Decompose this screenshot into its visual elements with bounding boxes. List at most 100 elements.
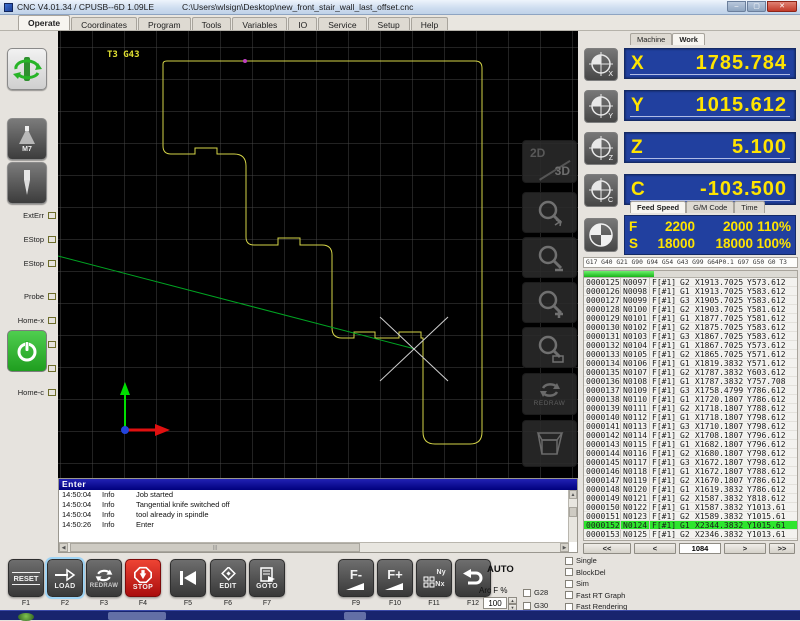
start-power-button[interactable] [7,330,47,372]
arc-feed-spinner[interactable]: ▲ ▼ [508,597,517,609]
axis-zero-button[interactable]: Z [584,132,618,165]
windows-taskbar[interactable] [0,610,800,620]
scroll-right-arrow-icon[interactable]: ▶ [560,543,569,552]
feed-tab[interactable]: Feed Speed [630,201,686,213]
log-horizontal-scrollbar[interactable]: ◀ ||| ▶ [59,542,569,552]
stop-button[interactable]: STOP [125,559,161,597]
maximize-button[interactable]: ▢ [747,1,766,12]
pager-prev-button[interactable]: < [634,543,676,554]
gcode-row[interactable]: 0000136 N0108 F[#1] G1 X1787.3832 Y757.7… [584,377,797,386]
main-tab[interactable]: Coordinates [71,17,137,30]
coordinate-tab[interactable]: Machine [630,33,672,45]
redraw-button[interactable]: REDRAW [86,559,122,597]
zoom-fit-button[interactable] [522,192,577,233]
rewind-button[interactable] [170,559,206,597]
gcode-row[interactable]: 0000151 N0123 F[#1] G2 X1589.3832 Y1015.… [584,512,797,521]
gcode-row[interactable]: 0000128 N0100 F[#1] G2 X1903.7025 Y581.6… [584,305,797,314]
main-tab[interactable]: IO [288,17,317,30]
view-2d-3d-toggle-button[interactable]: 2D 3D [522,140,577,183]
coolant-m7-button[interactable]: M7 [7,118,47,160]
gcode-row[interactable]: 0000130 N0102 F[#1] G2 X1875.7025 Y583.6… [584,323,797,332]
zoom-out-button[interactable] [522,237,577,278]
gcode-row[interactable]: 0000153 N0125 F[#1] G2 X2346.3832 Y1013.… [584,530,797,539]
gcode-row[interactable]: 0000147 N0119 F[#1] G2 X1670.1807 Y786.6… [584,476,797,485]
taskbar-item[interactable] [108,612,166,620]
gcode-row[interactable]: 0000132 N0104 F[#1] G1 X1867.7025 Y573.6… [584,341,797,350]
gcode-row[interactable]: 0000142 N0114 F[#1] G2 X1708.1807 Y796.6… [584,431,797,440]
arc-feed-value[interactable]: 100 [483,597,507,609]
checkbox-icon[interactable] [565,557,573,565]
pager-page-box[interactable]: 1084 [679,543,721,554]
main-tab[interactable]: Service [318,17,366,30]
gcode-row[interactable]: 0000134 N0106 F[#1] G1 X1819.3832 Y571.6… [584,359,797,368]
axis-zero-button[interactable]: C [584,174,618,207]
g-checkbox-row[interactable]: G30 [523,601,548,610]
feed-tab[interactable]: Time [734,201,764,213]
main-tab[interactable]: Operate [18,15,70,30]
scroll-up-arrow-icon[interactable]: ▲ [569,490,577,499]
feed-increase-button[interactable]: F+ [377,559,413,597]
view-3d-box-button[interactable] [522,420,577,467]
checkbox-icon[interactable] [565,580,573,588]
spinner-up-icon[interactable]: ▲ [508,597,517,604]
gcode-row[interactable]: 0000145 N0117 F[#1] G3 X1672.1807 Y798.6… [584,458,797,467]
canvas-redraw-button[interactable]: REDRAW [522,373,577,415]
gcode-row[interactable]: 0000146 N0118 F[#1] G1 X1672.1807 Y788.6… [584,467,797,476]
gcode-row[interactable]: 0000126 N0098 F[#1] G1 X1913.7025 Y583.6… [584,287,797,296]
option-checkbox-row[interactable]: Single [565,556,627,565]
gcode-row[interactable]: 0000149 N0121 F[#1] G2 X1587.3832 Y818.6… [584,494,797,503]
gcode-row[interactable]: 0000140 N0112 F[#1] G1 X1718.1807 Y798.6… [584,413,797,422]
gcode-row[interactable]: 0000125 N0097 F[#1] G2 X1913.7025 Y573.6… [584,278,797,287]
gcode-row[interactable]: 0000141 N0113 F[#1] G3 X1710.1807 Y798.6… [584,422,797,431]
option-checkbox-row[interactable]: Sim [565,579,627,588]
feed-decrease-button[interactable]: F- [338,559,374,597]
pager-first-button[interactable]: << [583,543,631,554]
zoom-window-button[interactable] [522,327,577,368]
reset-button[interactable]: RESET [8,559,44,597]
feed-override-button[interactable] [584,218,618,252]
toolpath-canvas[interactable]: T3 G43 2D 3D [58,31,578,478]
edit-button[interactable]: EDIT [210,559,246,597]
spindle-button[interactable] [7,48,47,90]
coordinate-tab[interactable]: Work [672,33,705,45]
main-tab[interactable]: Variables [232,17,287,30]
checkbox-icon[interactable] [523,589,531,597]
checkbox-icon[interactable] [565,568,573,576]
gcode-row[interactable]: 0000138 N0110 F[#1] G1 X1720.1807 Y786.6… [584,395,797,404]
vertical-scroll-thumb[interactable] [569,507,577,517]
minimize-button[interactable]: – [727,1,746,12]
gcode-row[interactable]: 0000137 N0109 F[#1] G3 X1758.4799 Y786.6… [584,386,797,395]
g-checkbox-row[interactable]: G28 [523,588,548,597]
main-tab[interactable]: Setup [368,17,410,30]
axis-zero-button[interactable]: Y [584,90,618,123]
gcode-row[interactable]: 0000133 N0105 F[#1] G2 X1865.7025 Y571.6… [584,350,797,359]
gcode-row[interactable]: 0000143 N0115 F[#1] G1 X1682.1807 Y796.6… [584,440,797,449]
taskbar-item[interactable] [344,612,366,620]
scroll-left-arrow-icon[interactable]: ◀ [59,543,68,552]
main-tab[interactable]: Tools [192,17,232,30]
option-checkbox-row[interactable]: Fast RT Graph [565,591,627,600]
gcode-row[interactable]: 0000135 N0107 F[#1] G2 X1787.3832 Y603.6… [584,368,797,377]
gcode-row[interactable]: 0000127 N0099 F[#1] G3 X1905.7025 Y583.6… [584,296,797,305]
close-button[interactable]: ✕ [767,1,797,12]
horizontal-scroll-thumb[interactable]: ||| [70,543,360,552]
checkbox-icon[interactable] [565,591,573,599]
block-counter-button[interactable]: Ny Nx [416,559,452,597]
axis-zero-button[interactable]: X [584,48,618,81]
feed-tab[interactable]: G/M Code [686,201,734,213]
main-tab[interactable]: Program [138,17,191,30]
gcode-row[interactable]: 0000148 N0120 F[#1] G1 X1619.3832 Y786.6… [584,485,797,494]
tool-button[interactable] [7,162,47,204]
gcode-row[interactable]: 0000144 N0116 F[#1] G2 X1680.1807 Y798.6… [584,449,797,458]
gcode-row[interactable]: 0000150 N0122 F[#1] G1 X1587.3832 Y1013.… [584,503,797,512]
checkbox-icon[interactable] [523,602,531,610]
zoom-in-button[interactable] [522,282,577,323]
pager-next-button[interactable]: > [724,543,766,554]
option-checkbox-row[interactable]: BlockDel [565,568,627,577]
load-button[interactable]: LOAD [47,559,83,597]
log-vertical-scrollbar[interactable]: ▲ [568,490,577,542]
gcode-row[interactable]: 0000129 N0101 F[#1] G1 X1877.7025 Y581.6… [584,314,797,323]
gcode-row[interactable]: 0000139 N0111 F[#1] G2 X1718.1807 Y788.6… [584,404,797,413]
pager-last-button[interactable]: >> [769,543,795,554]
gcode-row[interactable]: 0000152 N0124 F[#1] G1 X2344.3832 Y1015.… [584,521,797,530]
